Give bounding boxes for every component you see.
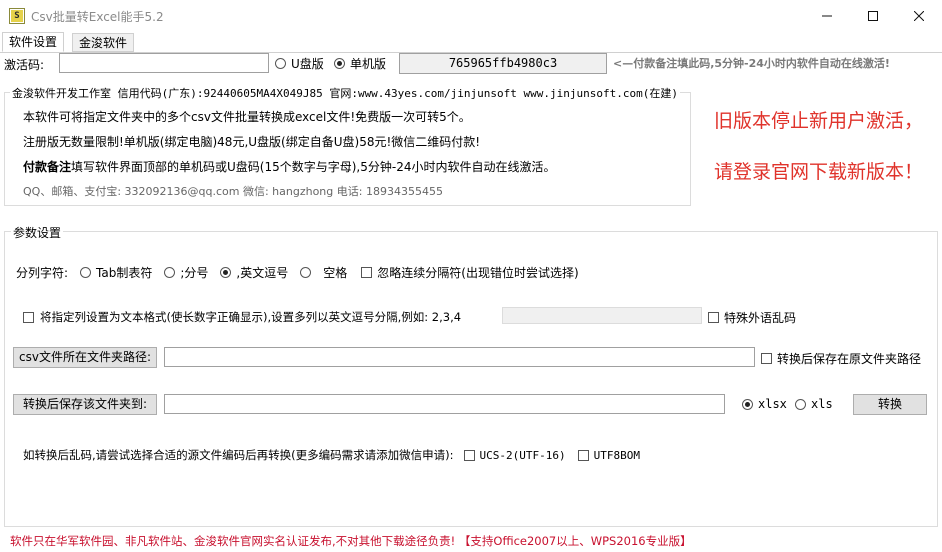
- activation-label: 激活码:: [4, 58, 45, 72]
- csv-folder-input[interactable]: [164, 347, 755, 367]
- info-group-title: 金浚软件开发工作室 信用代码(广东):92440605MA4X049J85 官网…: [10, 85, 680, 101]
- info-line-3: 填写软件界面顶部的单机码或U盘码(15个数字与字母),5分钟-24小时内软件自动…: [71, 160, 556, 174]
- maximize-icon: [868, 11, 878, 21]
- encoding-utf8bom-checkbox[interactable]: [577, 449, 589, 461]
- contact-info: QQ、邮箱、支付宝: 332092136@qq.com 微信: hangzhon…: [23, 185, 443, 198]
- close-icon: [914, 11, 924, 21]
- save-folder-input[interactable]: [164, 394, 725, 414]
- maximize-button[interactable]: [850, 0, 896, 32]
- machine-code-field[interactable]: 765965ffb4980c3: [399, 53, 607, 74]
- activation-code-input[interactable]: [59, 53, 269, 73]
- tab-strip: [0, 32, 942, 53]
- delimiter-label: 分列字符:: [16, 266, 69, 280]
- single-machine-radio-label: 单机版: [350, 57, 387, 71]
- u-disk-radio[interactable]: [275, 58, 286, 69]
- delimiter-comma-label: ,英文逗号: [236, 266, 289, 280]
- format-xlsx-radio[interactable]: [742, 398, 753, 410]
- encoding-ucs2-label: UCS-2(UTF-16): [479, 448, 566, 462]
- minimize-icon: [822, 15, 832, 17]
- params-group-title: 参数设置: [11, 224, 64, 241]
- delimiter-tab-label: Tab制表符: [96, 266, 153, 280]
- text-format-label: 将指定列设置为文本格式(使长数字正确显示),设置多列以英文逗号分隔,例如: 2,…: [40, 310, 462, 324]
- single-machine-radio[interactable]: [334, 58, 345, 69]
- delimiter-semicolon-label: ;分号: [180, 266, 209, 280]
- encoding-hint: 如转换后乱码,请尝试选择合适的源文件编码后再转换(更多编码需求请添加微信申请):: [23, 448, 454, 462]
- u-disk-radio-label: U盘版: [291, 57, 324, 71]
- delimiter-space-radio[interactable]: [300, 267, 312, 278]
- minimize-button[interactable]: [804, 0, 850, 32]
- text-format-columns-input[interactable]: [502, 307, 702, 324]
- notice-line-2: 请登录官网下载新版本！: [714, 161, 924, 183]
- format-xls-label: xls: [811, 397, 833, 411]
- info-line-2: 注册版无数量限制!单机版(绑定电脑)48元,U盘版(绑定自备U盘)58元!微信二…: [23, 135, 481, 149]
- save-folder-button[interactable]: 转换后保存该文件夹到:: [13, 394, 157, 415]
- encoding-ucs2-checkbox[interactable]: [463, 449, 475, 461]
- notice-line-1: 旧版本停止新用户激活，: [714, 110, 924, 132]
- delimiter-comma-radio[interactable]: [220, 267, 232, 278]
- convert-button[interactable]: 转换: [853, 394, 927, 415]
- text-format-checkbox[interactable]: [23, 311, 34, 323]
- info-line-3-bold: 付款备注: [23, 160, 72, 174]
- encoding-utf8bom-label: UTF8BOM: [593, 448, 640, 462]
- footer-notice: 软件只在华军软件园、非凡软件站、金浚软件官网实名认证发布,不对其他下载途径负责!…: [10, 534, 692, 548]
- format-xlsx-label: xlsx: [758, 397, 787, 411]
- special-chars-label: 特殊外语乱码: [724, 311, 797, 325]
- app-icon: S: [9, 8, 25, 24]
- activation-hint: <—付款备注填此码,5分钟-24小时内软件自动在线激活!: [613, 57, 890, 70]
- save-in-source-checkbox[interactable]: [761, 353, 772, 364]
- ignore-consecutive-label: 忽略连续分隔符(出现错位时尝试选择): [377, 266, 579, 280]
- delimiter-space-label: 空格: [323, 266, 348, 280]
- tab-jinjun-software[interactable]: 金浚软件: [72, 33, 135, 52]
- special-chars-checkbox[interactable]: [708, 312, 719, 323]
- info-line-1: 本软件可将指定文件夹中的多个csv文件批量转换成excel文件!免费版一次可转5…: [23, 110, 471, 124]
- save-in-source-label: 转换后保存在原文件夹路径: [777, 352, 922, 366]
- ignore-consecutive-checkbox[interactable]: [361, 267, 373, 278]
- delimiter-semicolon-radio[interactable]: [164, 267, 176, 278]
- tab-software-settings[interactable]: 软件设置: [2, 32, 65, 52]
- format-xls-radio[interactable]: [795, 398, 806, 410]
- delimiter-tab-radio[interactable]: [80, 267, 92, 278]
- csv-folder-button[interactable]: csv文件所在文件夹路径:: [13, 347, 157, 368]
- window-title: Csv批量转Excel能手5.2: [31, 10, 164, 24]
- close-button[interactable]: [896, 0, 942, 32]
